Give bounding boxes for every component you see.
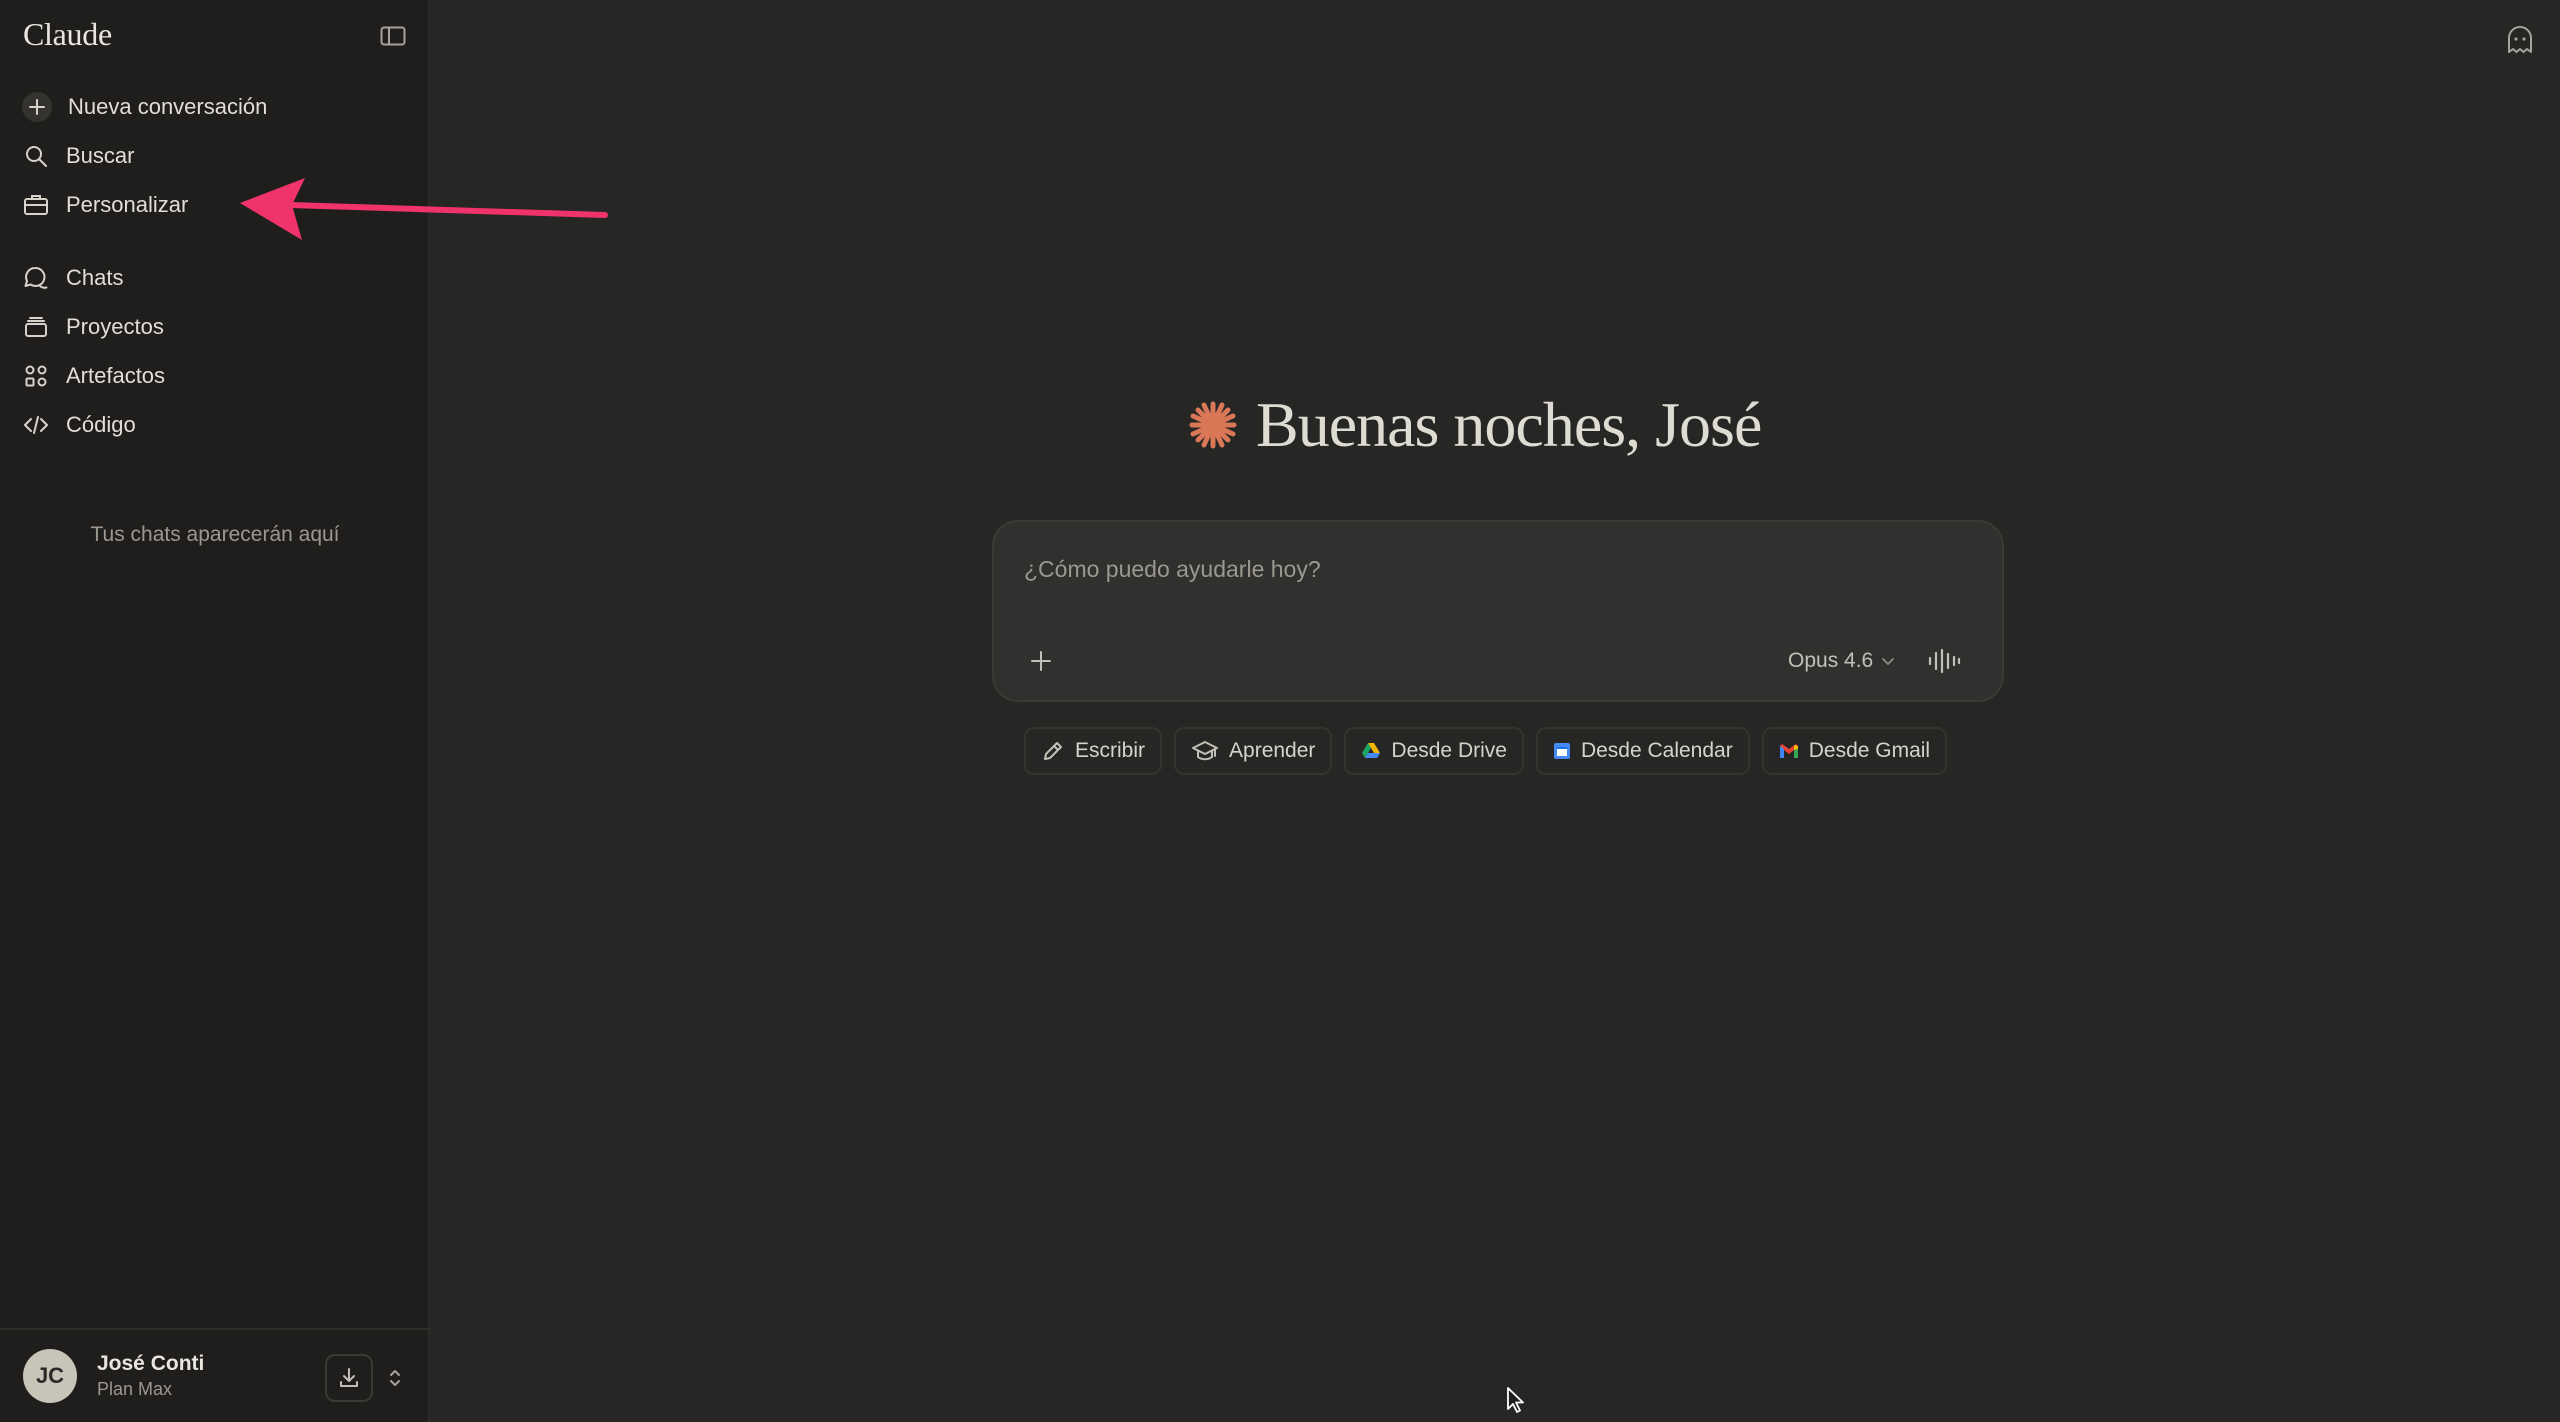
new-conversation-button[interactable]: Nueva conversación xyxy=(18,85,412,129)
model-label: Opus 4.6 xyxy=(1788,649,1874,672)
mouse-cursor-icon xyxy=(1507,1387,1524,1413)
sidebar-panel-icon xyxy=(380,26,406,46)
sidebar-item-label: Buscar xyxy=(66,143,135,168)
search-icon xyxy=(22,142,50,170)
chip-label: Escribir xyxy=(1075,739,1146,762)
ghost-icon xyxy=(2508,26,2532,53)
chip-label: Desde Drive xyxy=(1391,739,1507,762)
incognito-button[interactable] xyxy=(2504,24,2536,56)
audio-waveform-icon xyxy=(1928,648,1961,674)
sidebar-item-label: Proyectos xyxy=(66,314,164,339)
voice-mode-button[interactable] xyxy=(1924,642,1964,680)
user-plan: Plan Max xyxy=(97,1379,173,1399)
user-info[interactable]: José Conti Plan Max xyxy=(97,1352,204,1400)
suggestion-chips: Escribir Aprender Desde Drive Desde Cale… xyxy=(1024,727,1948,775)
sidebar-item-label: Personalizar xyxy=(66,192,189,217)
user-name: José Conti xyxy=(97,1352,205,1375)
drive-icon xyxy=(1362,743,1381,758)
app-window: Claude Nueva conversación Buscar Persona… xyxy=(0,0,2560,1422)
graduation-cap-icon xyxy=(1192,741,1219,761)
chip-learn[interactable]: Aprender xyxy=(1174,727,1333,775)
plus-icon xyxy=(22,92,52,122)
pencil-icon xyxy=(1044,742,1062,760)
gmail-icon xyxy=(1779,744,1798,758)
sidebar-item-chats[interactable]: Chats xyxy=(18,256,412,300)
sidebar-item-label: Código xyxy=(66,412,136,437)
chevron-up-down-icon xyxy=(390,1370,400,1386)
briefcase-icon xyxy=(22,191,50,219)
download-icon xyxy=(340,1368,358,1387)
plus-icon xyxy=(1031,651,1051,671)
code-icon xyxy=(22,411,50,439)
prompt-input[interactable] xyxy=(1024,556,1924,583)
chip-label: Aprender xyxy=(1229,739,1316,762)
sidebar-item-label: Artefactos xyxy=(66,363,166,388)
artifacts-grid-icon xyxy=(22,362,50,390)
claude-spark-icon xyxy=(1189,401,1237,449)
chip-from-calendar[interactable]: Desde Calendar xyxy=(1535,727,1750,775)
model-selector[interactable]: Opus 4.6 xyxy=(1788,644,1895,678)
chevron-down-icon xyxy=(1882,658,1895,666)
greeting: Buenas noches, José xyxy=(1188,388,1762,462)
calendar-icon xyxy=(1553,743,1570,759)
user-menu-button[interactable] xyxy=(384,1364,406,1392)
sidebar-item-projects[interactable]: Proyectos xyxy=(18,305,412,349)
chip-label: Desde Gmail xyxy=(1808,739,1931,762)
avatar[interactable]: JC xyxy=(23,1349,77,1403)
brand-logo[interactable]: Claude xyxy=(23,16,112,53)
download-app-button[interactable] xyxy=(325,1354,373,1402)
chats-empty-hint: Tus chats aparecerán aquí xyxy=(90,523,340,546)
chat-bubbles-icon xyxy=(22,264,50,292)
sidebar-toggle-button[interactable] xyxy=(378,23,408,49)
user-footer[interactable]: JC José Conti Plan Max xyxy=(0,1328,430,1422)
greeting-text: Buenas noches, José xyxy=(1256,389,1762,460)
chip-from-gmail[interactable]: Desde Gmail xyxy=(1761,727,1948,775)
main-area: Buenas noches, José Opus 4.6 xyxy=(430,0,2560,1422)
sidebar-item-label: Chats xyxy=(66,265,124,290)
chip-from-drive[interactable]: Desde Drive xyxy=(1344,727,1524,775)
new-conversation-label: Nueva conversación xyxy=(68,94,268,119)
sidebar-item-code[interactable]: Código xyxy=(18,403,412,447)
folder-stack-icon xyxy=(22,313,50,341)
chip-write[interactable]: Escribir xyxy=(1024,727,1163,775)
attach-button[interactable] xyxy=(1024,644,1058,678)
composer: Opus 4.6 xyxy=(992,520,2004,702)
chip-label: Desde Calendar xyxy=(1580,739,1733,762)
sidebar-item-artifacts[interactable]: Artefactos xyxy=(18,354,412,398)
